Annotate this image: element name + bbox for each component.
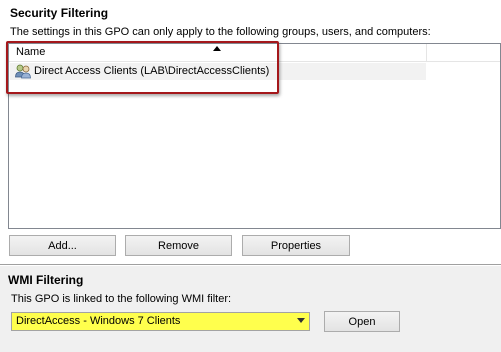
add-button[interactable]: Add... [9,235,116,256]
wmi-filter-dropdown[interactable]: DirectAccess - Windows 7 Clients [11,312,310,331]
remove-button[interactable]: Remove [125,235,232,256]
wmi-filter-selected-value: DirectAccess - Windows 7 Clients [16,315,181,327]
security-filtering-description: The settings in this GPO can only apply … [10,26,431,38]
open-button[interactable]: Open [324,311,400,332]
chevron-down-icon [297,318,305,323]
dropdown-button[interactable] [293,313,309,330]
wmi-filtering-description: This GPO is linked to the following WMI … [11,293,232,305]
column-header-filler [427,44,500,62]
wmi-filtering-title: WMI Filtering [8,273,84,287]
properties-button[interactable]: Properties [242,235,350,256]
highlight-annotation [6,41,279,94]
security-filtering-title: Security Filtering [10,6,109,20]
